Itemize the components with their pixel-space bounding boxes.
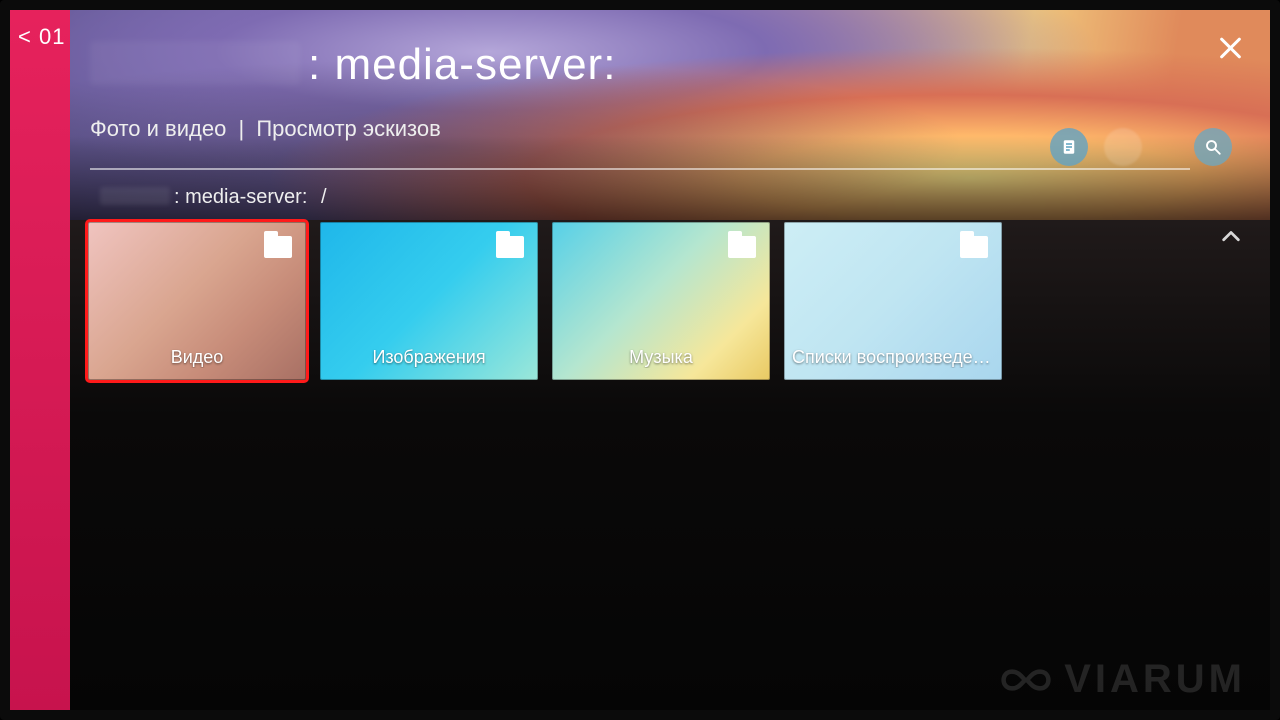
page-title: : media-server: bbox=[90, 40, 1200, 90]
view-list-button[interactable] bbox=[1050, 128, 1088, 166]
folder-tile-playlists[interactable]: Списки воспроизведения bbox=[784, 222, 1002, 380]
title-suffix: : media-server: bbox=[308, 40, 616, 89]
side-accent-bar bbox=[10, 10, 70, 710]
header-divider bbox=[90, 168, 1190, 170]
document-icon bbox=[1060, 138, 1078, 156]
breadcrumb-server: : media-server: bbox=[174, 186, 307, 208]
folder-icon bbox=[264, 236, 292, 258]
folder-label: Изображения bbox=[320, 347, 538, 368]
chevron-up-icon bbox=[1220, 226, 1242, 248]
scroll-up-button[interactable] bbox=[1220, 226, 1242, 253]
folder-label: Списки воспроизведения bbox=[784, 347, 1002, 368]
title-obscured-segment bbox=[90, 41, 300, 85]
subtitle-category: Фото и видео bbox=[90, 116, 226, 141]
folder-icon bbox=[960, 236, 988, 258]
subtitle-separator: | bbox=[238, 116, 244, 141]
breadcrumb-separator: / bbox=[321, 186, 327, 208]
breadcrumb-obscured-segment bbox=[100, 187, 170, 205]
watermark: VIARUM bbox=[998, 657, 1246, 702]
search-button[interactable] bbox=[1194, 128, 1232, 166]
back-button[interactable]: < 01 bbox=[18, 24, 65, 50]
folder-icon bbox=[728, 236, 756, 258]
watermark-text: VIARUM bbox=[1064, 657, 1246, 702]
folder-grid: Видео Изображения Музыка Списки воспроиз… bbox=[88, 222, 1232, 380]
folder-tile-music[interactable]: Музыка bbox=[552, 222, 770, 380]
folder-tile-images[interactable]: Изображения bbox=[320, 222, 538, 380]
folder-label: Музыка bbox=[552, 347, 770, 368]
infinity-icon bbox=[998, 662, 1054, 698]
action-button-2[interactable] bbox=[1104, 128, 1142, 166]
folder-label: Видео bbox=[88, 347, 306, 368]
folder-icon bbox=[496, 236, 524, 258]
subtitle-mode: Просмотр эскизов bbox=[256, 116, 441, 141]
breadcrumb[interactable]: : media-server: / bbox=[100, 186, 335, 209]
tv-screen: < 01 : media-server: Фото и видео | Прос… bbox=[0, 0, 1280, 720]
search-icon bbox=[1204, 138, 1222, 156]
folder-tile-video[interactable]: Видео bbox=[88, 222, 306, 380]
subtitle: Фото и видео | Просмотр эскизов bbox=[90, 116, 441, 142]
close-button[interactable] bbox=[1216, 34, 1244, 62]
